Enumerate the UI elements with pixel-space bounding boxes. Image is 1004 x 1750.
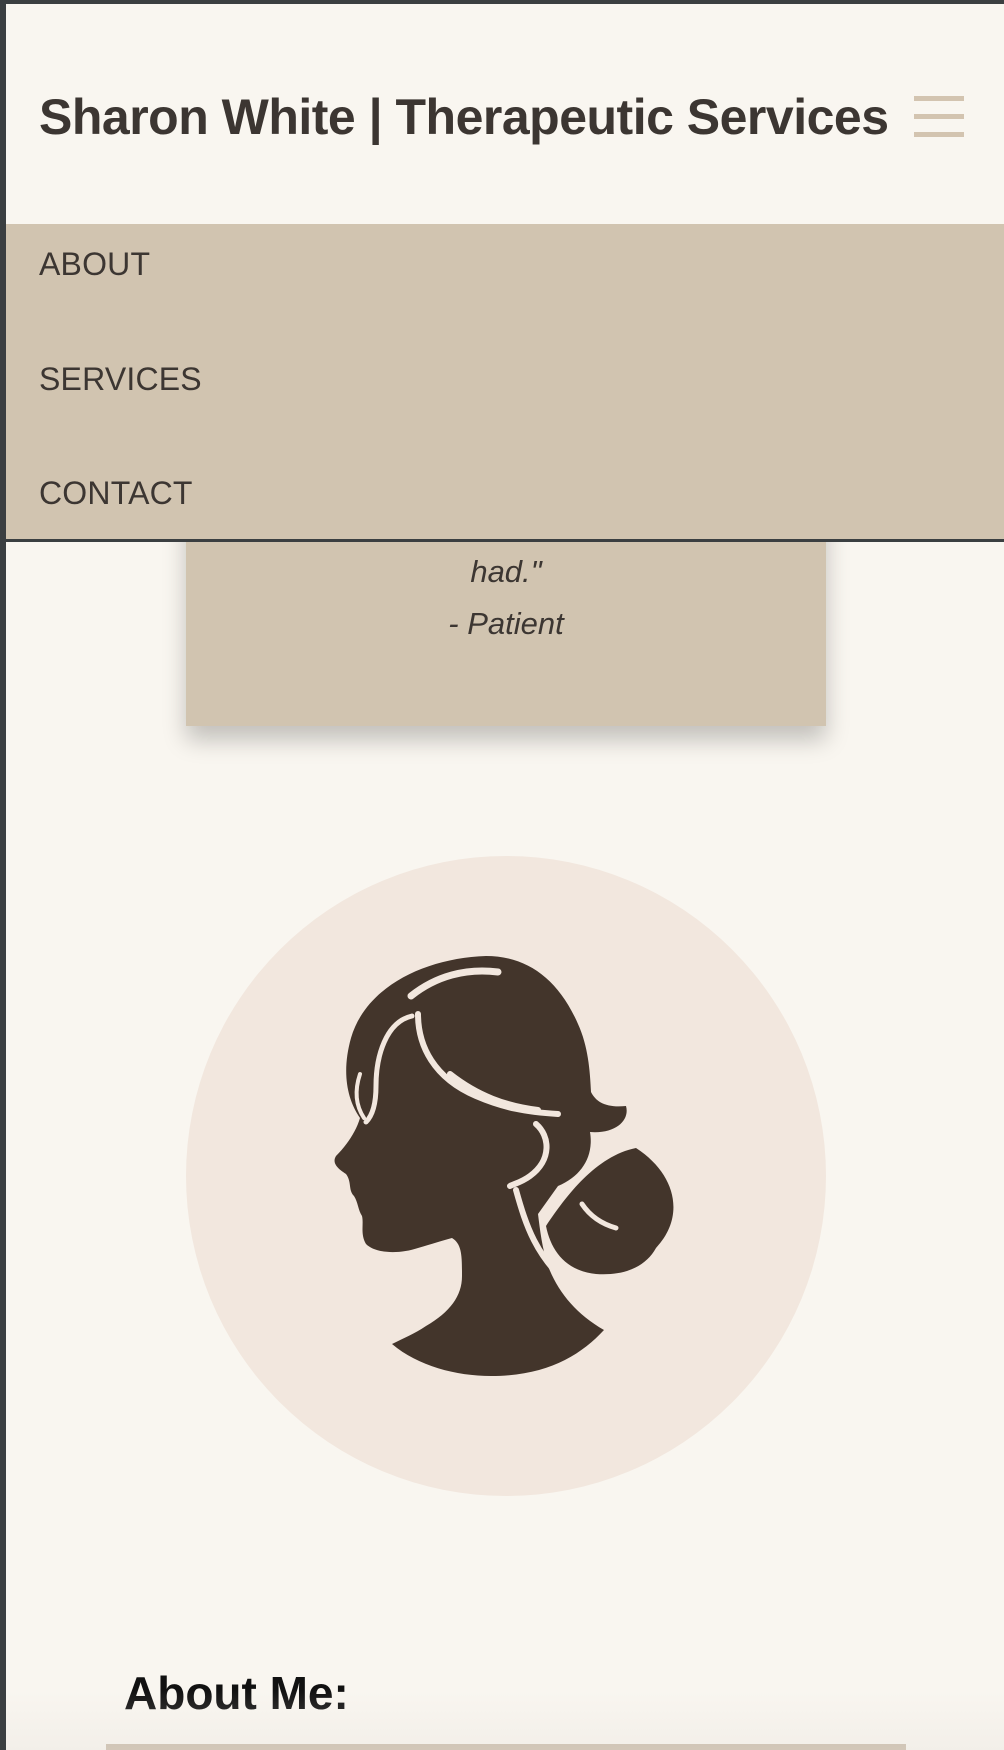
hamburger-bar (914, 114, 964, 119)
hamburger-bar (914, 132, 964, 137)
woman-profile-silhouette-icon (334, 956, 674, 1376)
site-header: Sharon White | Therapeutic Services (6, 4, 1004, 224)
nav-menu: ABOUT SERVICES CONTACT (6, 224, 1004, 542)
nav-item-contact[interactable]: CONTACT (39, 475, 193, 512)
browser-viewport: Sharon White | Therapeutic Services ABOU… (0, 0, 1004, 1750)
testimonial-author: - Patient (448, 606, 564, 641)
hamburger-menu-icon[interactable] (914, 96, 964, 138)
about-content-bar (106, 1744, 906, 1750)
hamburger-bar (914, 96, 964, 101)
portrait-image (186, 856, 826, 1496)
testimonial-quote: had." (470, 554, 542, 589)
site-title[interactable]: Sharon White | Therapeutic Services (39, 88, 889, 146)
nav-item-about[interactable]: ABOUT (39, 246, 150, 283)
about-heading: About Me: (124, 1667, 349, 1719)
nav-item-services[interactable]: SERVICES (39, 361, 202, 398)
